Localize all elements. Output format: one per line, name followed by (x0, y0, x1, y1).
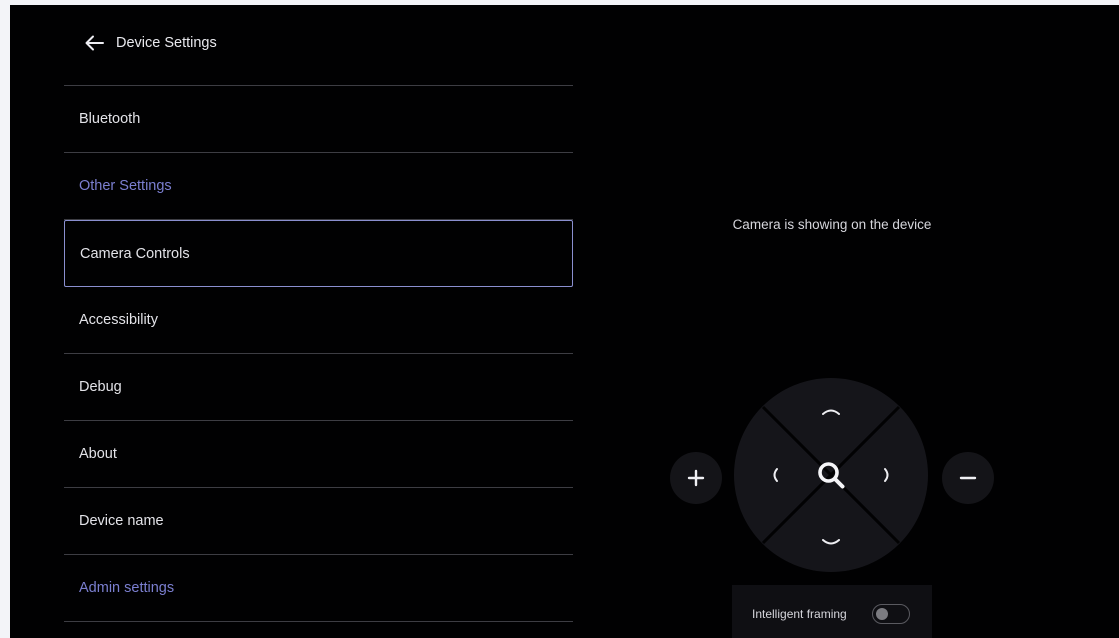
back-button[interactable] (80, 29, 108, 57)
chevron-down-icon (822, 539, 840, 545)
menu-item-label: Bluetooth (79, 111, 141, 127)
minus-icon (959, 476, 977, 480)
chevron-left-icon (773, 468, 778, 482)
arrow-left-icon (85, 35, 104, 51)
menu-item-label: Device name (79, 513, 164, 529)
search-button[interactable] (811, 455, 851, 495)
search-icon (818, 462, 845, 489)
settings-menu: Bluetooth Other Settings Camera Controls… (64, 85, 573, 622)
menu-item-camera-controls[interactable]: Camera Controls (64, 220, 573, 287)
tilt-up-button[interactable] (811, 396, 851, 426)
menu-item-accessibility[interactable]: Accessibility (64, 287, 573, 354)
section-header-other-settings: Other Settings (64, 153, 573, 220)
section-label: Other Settings (79, 178, 172, 194)
pan-left-button[interactable] (760, 460, 790, 490)
intelligent-framing-label: Intelligent framing (752, 607, 847, 621)
menu-item-device-name[interactable]: Device name (64, 488, 573, 555)
chevron-up-icon (822, 409, 840, 415)
header: Device Settings (80, 25, 217, 61)
section-header-admin-settings: Admin settings (64, 555, 573, 622)
menu-item-label: About (79, 446, 117, 462)
intelligent-framing-toggle[interactable] (872, 604, 910, 624)
pan-right-button[interactable] (872, 460, 902, 490)
intelligent-framing-bar: Intelligent framing (732, 585, 932, 638)
menu-item-label: Accessibility (79, 312, 158, 328)
menu-item-label: Camera Controls (80, 245, 190, 262)
section-label: Admin settings (79, 580, 175, 596)
menu-item-debug[interactable]: Debug (64, 354, 573, 421)
zoom-out-button[interactable] (942, 452, 994, 504)
chevron-right-icon (884, 468, 889, 482)
device-settings-screen: Device Settings Bluetooth Other Settings… (10, 5, 1119, 638)
page-title: Device Settings (116, 35, 217, 51)
menu-item-label: Debug (79, 379, 122, 395)
camera-pan-tilt-pad (734, 378, 928, 572)
zoom-in-button[interactable] (670, 452, 722, 504)
menu-item-bluetooth[interactable]: Bluetooth (64, 86, 573, 153)
camera-status-text: Camera is showing on the device (732, 217, 932, 232)
menu-item-about[interactable]: About (64, 421, 573, 488)
tilt-down-button[interactable] (811, 528, 851, 558)
toggle-knob (876, 607, 888, 620)
plus-icon (687, 469, 705, 487)
